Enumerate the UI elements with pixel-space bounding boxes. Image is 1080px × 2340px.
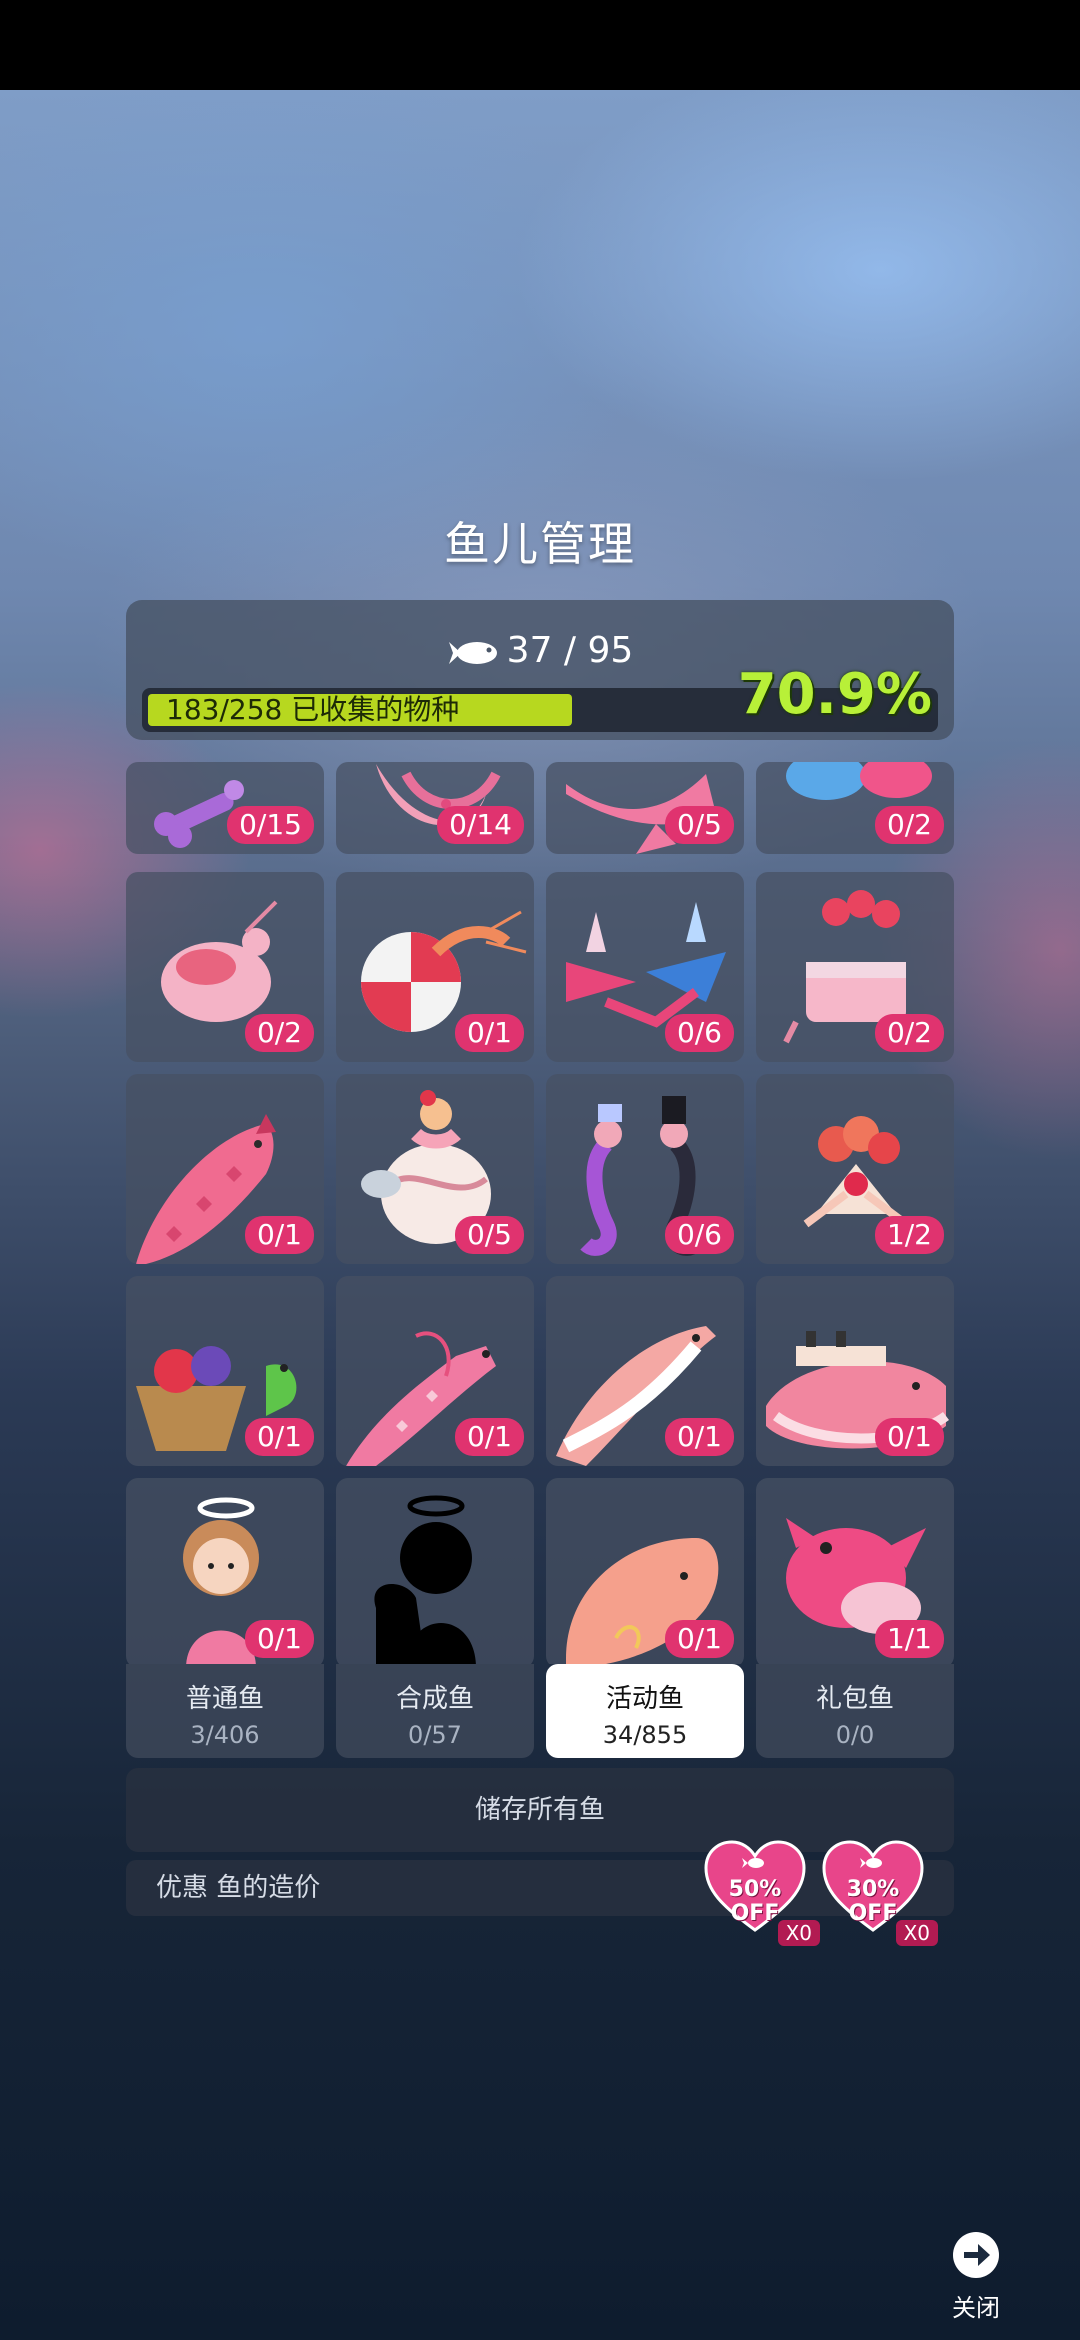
owned-count-badge: 0/1: [244, 1216, 314, 1254]
owned-count-badge: 0/5: [454, 1216, 524, 1254]
fish-cell-candy-shrimp[interactable]: 0/1: [336, 872, 534, 1062]
fish-cell-bouquet-fish[interactable]: 1/2: [756, 1074, 954, 1264]
collected-species-text: 183/258 已收集的物种: [166, 693, 460, 726]
collection-percent: 70.9%: [737, 662, 932, 727]
coupon-quantity: X0: [777, 1920, 820, 1946]
fish-cell-angel-girl[interactable]: 0/1: [126, 1478, 324, 1664]
owned-count-badge: 0/2: [874, 1014, 944, 1052]
owned-count-badge: 0/14: [437, 806, 524, 844]
fish-cell-heart-arowana[interactable]: 0/1: [126, 1074, 324, 1264]
page-title: 鱼儿管理: [444, 517, 636, 571]
owned-count-badge: 0/1: [874, 1418, 944, 1456]
coupon-off: OFF: [730, 1901, 780, 1926]
fish-cell-sperm-whale[interactable]: 0/1: [546, 1478, 744, 1664]
owned-count-badge: 0/1: [454, 1418, 524, 1456]
fish-cell-pink-shrimp[interactable]: 0/2: [126, 872, 324, 1062]
tab-count: 34/855: [602, 1721, 688, 1749]
fish-cell-ship-whale[interactable]: 0/1: [756, 1276, 954, 1466]
owned-count-badge: 0/6: [664, 1014, 734, 1052]
collection-summary-card: 37 / 95 183/258 已收集的物种 70.9%: [126, 600, 954, 740]
close-button[interactable]: 关闭: [946, 2230, 1006, 2322]
coupon-50-off[interactable]: 50% OFF X0: [702, 1838, 820, 1946]
coupon-label: 30% OFF: [820, 1878, 926, 1926]
coupon-percent: 30%: [846, 1877, 900, 1902]
tab-merged-fish[interactable]: 合成鱼 0/57: [336, 1664, 534, 1758]
tab-label: 普通鱼: [185, 1684, 264, 1714]
fish-cell-party-lobsters[interactable]: 0/6: [546, 872, 744, 1062]
fish-count-text: 37 / 95: [506, 630, 634, 671]
tab-normal-fish[interactable]: 普通鱼 3/406: [126, 1664, 324, 1758]
tab-label: 合成鱼: [395, 1684, 474, 1714]
owned-count-badge: 0/5: [664, 806, 734, 844]
fish-cell-dessert-fish[interactable]: 0/5: [336, 1074, 534, 1264]
close-label: 关闭: [952, 2294, 1000, 2322]
locked-angel-icon: [374, 1495, 476, 1664]
owned-count-badge: 0/1: [244, 1418, 314, 1456]
fish-cell-jelly-pair[interactable]: 0/2: [756, 762, 954, 854]
owned-count-badge: 0/2: [874, 806, 944, 844]
tab-label: 礼包鱼: [815, 1684, 894, 1714]
owned-count-badge: 0/1: [664, 1620, 734, 1658]
fish-cell-locked-angel[interactable]: [336, 1478, 534, 1664]
tab-event-fish[interactable]: 活动鱼 34/855: [546, 1664, 744, 1758]
tab-label: 活动鱼: [605, 1684, 684, 1714]
fish-cell-cake-crab[interactable]: 0/2: [756, 872, 954, 1062]
owned-count-badge: 0/6: [664, 1216, 734, 1254]
fish-cell-ribbon-eel[interactable]: 0/1: [336, 1276, 534, 1466]
status-bar: [0, 0, 1080, 90]
fish-cell-pink-ribbon-fish[interactable]: 0/14: [336, 762, 534, 854]
fish-cell-bone-fish[interactable]: 0/15: [126, 762, 324, 854]
owned-count-badge: 0/1: [244, 1620, 314, 1658]
coupon-30-off[interactable]: 30% OFF X0: [820, 1838, 938, 1946]
tab-count: 3/406: [190, 1721, 260, 1749]
tab-count: 0/0: [835, 1721, 875, 1749]
fish-cell-pink-shark[interactable]: 0/1: [546, 1276, 744, 1466]
arrow-right-circle-icon: [953, 2232, 999, 2278]
coupon-off: OFF: [848, 1901, 898, 1926]
fish-grid: 0/15 0/14 0/5 0/2 0/2 0/1 0/6 0/2 0/1 0/5 0/6 1/2 0/…: [126, 762, 954, 1664]
owned-count-badge: 0/2: [244, 1014, 314, 1052]
tab-count: 0/57: [408, 1721, 462, 1749]
owned-count-badge: 0/15: [227, 806, 314, 844]
fish-cell-pink-orca[interactable]: 1/1: [756, 1478, 954, 1664]
owned-count-badge: 1/2: [874, 1216, 944, 1254]
discount-label: 优惠 鱼的造价: [156, 1873, 321, 1903]
fish-cell-bow-fish[interactable]: 0/5: [546, 762, 744, 854]
owned-count-badge: 0/1: [664, 1418, 734, 1456]
owned-count-badge: 1/1: [874, 1620, 944, 1658]
fish-cell-seahorse-couple[interactable]: 0/6: [546, 1074, 744, 1264]
fish-icon: [448, 642, 497, 664]
category-tabs: 普通鱼 3/406 合成鱼 0/57 活动鱼 34/855 礼包鱼 0/0: [126, 1664, 954, 1758]
coupon-percent: 50%: [728, 1877, 782, 1902]
fish-cell-basket-turtle[interactable]: 0/1: [126, 1276, 324, 1466]
tab-gift-pack-fish[interactable]: 礼包鱼 0/0: [756, 1664, 954, 1758]
coupon-quantity: X0: [895, 1920, 938, 1946]
coupon-label: 50% OFF: [702, 1878, 808, 1926]
owned-count-badge: 0/1: [454, 1014, 524, 1052]
